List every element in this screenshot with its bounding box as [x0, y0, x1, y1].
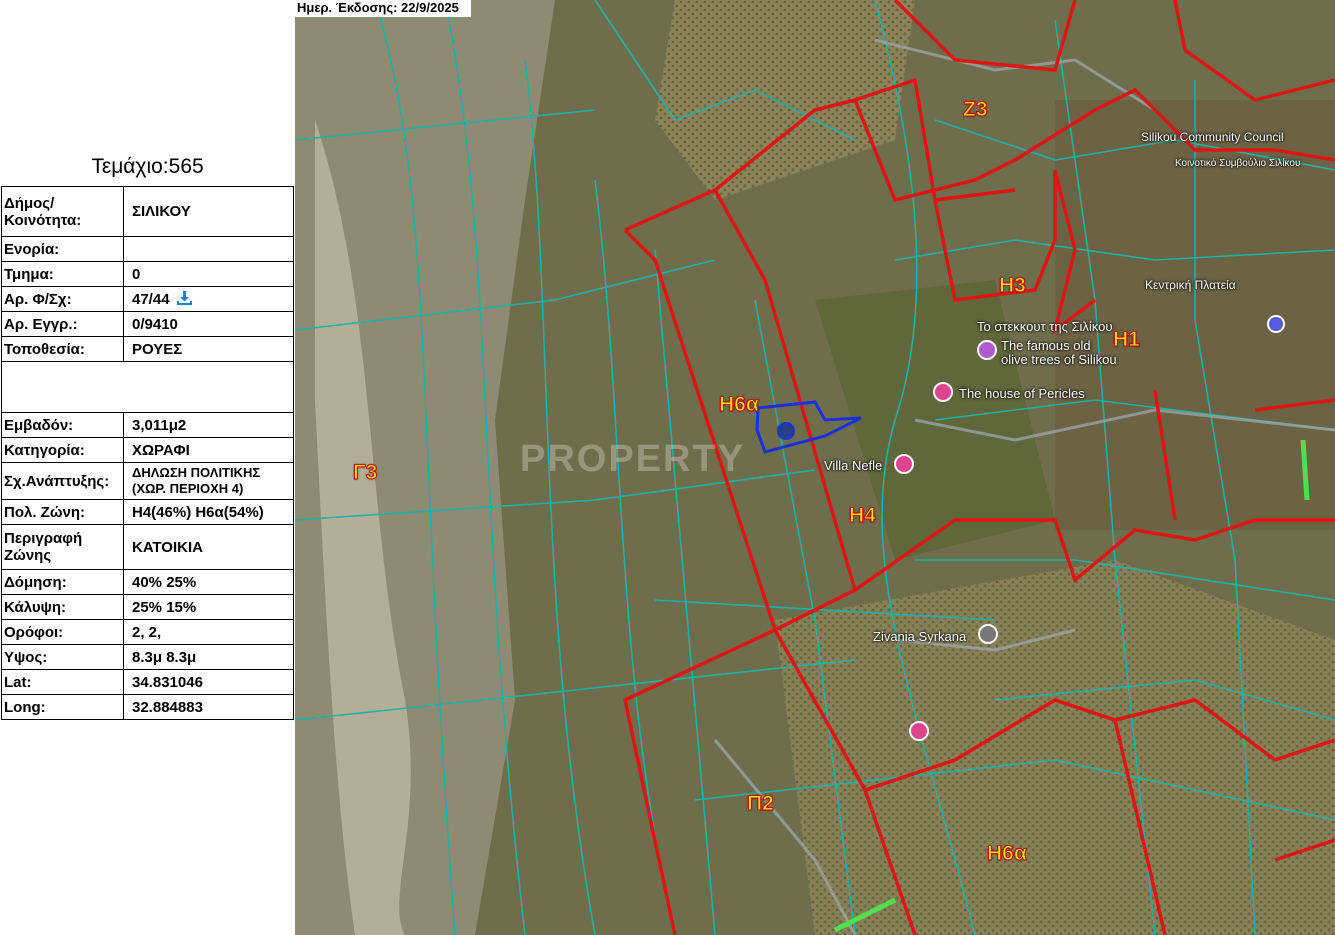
row-value-registration: 0/9410 [123, 311, 294, 337]
row-label-municipality: Δήμος/ Κοινότητα: [1, 186, 124, 237]
table-row: Τοποθεσία: ΡΟΥΕΣ [1, 336, 294, 362]
poi-label-zivania[interactable]: Zivania Syrkana [873, 629, 966, 644]
poi-label-pericles[interactable]: The house of Pericles [959, 386, 1085, 401]
row-value-parish [123, 236, 294, 262]
row-value-floors: 2, 2, [123, 619, 294, 645]
row-label-lat: Lat: [1, 669, 124, 695]
row-label-section: Τμημα: [1, 261, 124, 287]
zone-label-z3: Ζ3 [963, 98, 988, 122]
table-row: Κάλυψη: 25% 15% [1, 594, 294, 620]
zone-label-g3: Γ3 [352, 461, 378, 485]
watermark: PROPERTY [520, 438, 746, 480]
row-label-floors: Ορόφοι: [1, 619, 124, 645]
poi-label-olive-gr[interactable]: Το στεκκουτ της Σιλίκου [977, 319, 1112, 334]
table-row: Ενορία: [1, 236, 294, 262]
sheet-value: 47/44 [132, 290, 170, 308]
zone-label-h3: Η3 [999, 274, 1027, 298]
zone-label-h4: Η4 [849, 504, 877, 528]
row-value-lat: 34.831046 [123, 669, 294, 695]
row-value-zone: Η4(46%) Η6α(54%) [123, 499, 294, 525]
table-row: Τμημα: 0 [1, 261, 294, 287]
table-row: Δόμηση: 40% 25% [1, 569, 294, 595]
poi-label-olive-en1[interactable]: The famous old [1001, 338, 1091, 353]
poi-marker-south [909, 721, 929, 741]
table-row: Lat: 34.831046 [1, 669, 294, 695]
table-row: Εμβαδόν: 3,011μ2 [1, 412, 294, 438]
row-label-height: Υψος: [1, 644, 124, 670]
row-value-sheet: 47/44 [123, 286, 294, 312]
row-value-coverage: 25% 15% [123, 594, 294, 620]
poi-label-community-council[interactable]: Silikou Community Council [1141, 130, 1284, 144]
poi-label-olive-en2[interactable]: olive trees of Silikou [1001, 352, 1117, 367]
zone-label-h6a-top: Η6α [719, 393, 760, 417]
poi-label-villa[interactable]: Villa Nefle [824, 458, 882, 473]
row-spacer [1, 361, 294, 413]
row-label-zone-desc: Περιγραφή Ζώνης [1, 524, 124, 570]
row-label-coverage: Κάλυψη: [1, 594, 124, 620]
row-label-long: Long: [1, 694, 124, 720]
info-panel: Τεμάχιο:565 Δήμος/ Κοινότητα: ΣΙΛΙΚΟΥ Εν… [0, 0, 295, 935]
zone-label-p2: Π2 [747, 792, 775, 816]
row-value-density: 40% 25% [123, 569, 294, 595]
table-row: Αρ. Φ/Σχ: 47/44 [1, 286, 294, 312]
row-label-zone: Πολ. Ζώνη: [1, 499, 124, 525]
row-value-long: 32.884883 [123, 694, 294, 720]
row-value-zone-desc: ΚΑΤΟΙΚΙΑ [123, 524, 294, 570]
row-value-category: ΧΩΡΑΦΙ [123, 437, 294, 463]
poi-marker-olive [977, 340, 997, 360]
parcel-title: Τεμάχιο:565 [91, 155, 204, 178]
poi-marker-pericles [933, 382, 953, 402]
row-label-sheet: Αρ. Φ/Σχ: [1, 286, 124, 312]
row-value-section: 0 [123, 261, 294, 287]
table-row: Ορόφοι: 2, 2, [1, 619, 294, 645]
row-label-category: Κατηγορία: [1, 437, 124, 463]
terrain-fields-south [775, 560, 1335, 935]
zone-label-h6a-bottom: Η6α [987, 842, 1028, 866]
zone-label-h1: Η1 [1113, 328, 1141, 352]
table-row [1, 361, 294, 413]
row-value-location: ΡΟΥΕΣ [123, 336, 294, 362]
row-label-registration: Αρ. Εγγρ.: [1, 311, 124, 337]
table-row: Κατηγορία: ΧΩΡΑΦΙ [1, 437, 294, 463]
row-label-dev-plan: Σχ.Ανάπτυξης: [1, 462, 124, 500]
download-icon[interactable] [173, 290, 192, 308]
row-value-dev-plan: ΔΗΛΩΣΗ ΠΟΛΙΤΙΚΗΣ (ΧΩΡ. ΠΕΡΙΟΧΗ 4) [123, 462, 294, 500]
row-label-area: Εμβαδόν: [1, 412, 124, 438]
table-row: Long: 32.884883 [1, 694, 294, 720]
selected-parcel-marker [777, 422, 795, 440]
table-row: Υψος: 8.3μ 8.3μ [1, 644, 294, 670]
row-value-municipality: ΣΙΛΙΚΟΥ [123, 186, 294, 237]
poi-label-community-council-gr[interactable]: Κοινοτικό Συμβούλιο Σιλίκου [1175, 158, 1300, 169]
row-label-parish: Ενορία: [1, 236, 124, 262]
table-row: Περιγραφή Ζώνης ΚΑΤΟΙΚΙΑ [1, 524, 294, 570]
parcel-info-table: Δήμος/ Κοινότητα: ΣΙΛΙΚΟΥ Ενορία: Τμημα:… [1, 186, 294, 720]
table-row: Αρ. Εγγρ.: 0/9410 [1, 311, 294, 337]
poi-label-square[interactable]: Κεντρική Πλατεία [1145, 278, 1236, 292]
poi-marker-villa [894, 454, 914, 474]
poi-marker-square [1267, 315, 1285, 333]
row-label-location: Τοποθεσία: [1, 336, 124, 362]
table-row: Πολ. Ζώνη: Η4(46%) Η6α(54%) [1, 499, 294, 525]
row-value-area: 3,011μ2 [123, 412, 294, 438]
map-view[interactable]: PROPERTY Ημερ. Έκδοσης: 22/9/2025 Ζ3 Η3 … [295, 0, 1335, 935]
table-row: Δήμος/ Κοινότητα: ΣΙΛΙΚΟΥ [1, 186, 294, 237]
row-value-height: 8.3μ 8.3μ [123, 644, 294, 670]
table-row: Σχ.Ανάπτυξης: ΔΗΛΩΣΗ ΠΟΛΙΤΙΚΗΣ (ΧΩΡ. ΠΕΡ… [1, 462, 294, 500]
poi-marker-zivania [978, 624, 998, 644]
row-label-density: Δόμηση: [1, 569, 124, 595]
issue-date: Ημερ. Έκδοσης: 22/9/2025 [295, 0, 471, 17]
